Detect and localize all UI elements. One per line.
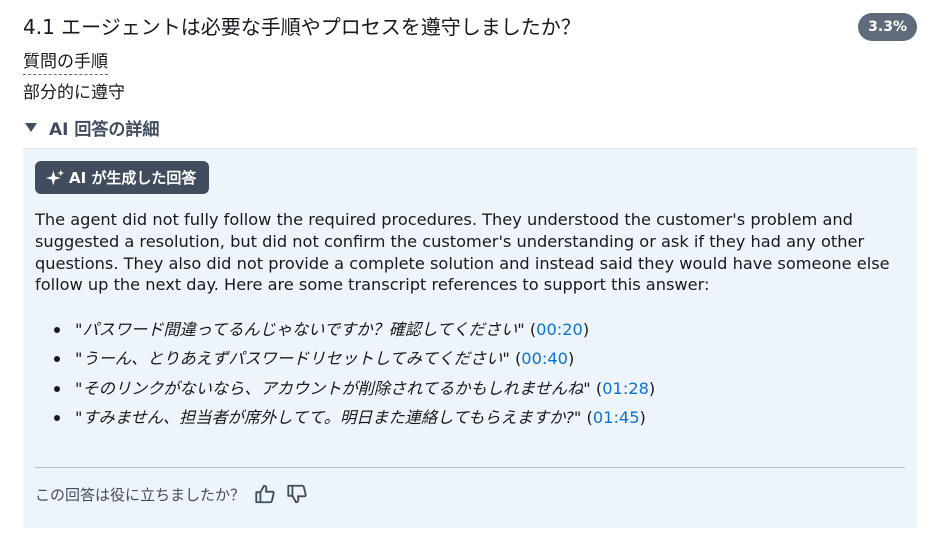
question-title: 4.1 エージェントは必要な手順やプロセスを遵守しましたか？ [23,15,581,39]
ai-generated-badge-label: AI が生成した回答 [69,169,197,187]
caret-down-icon [25,122,37,132]
thumbs-down-icon [287,484,307,504]
thumbs-up-button[interactable] [253,482,277,506]
question-type-label[interactable]: 質問の手順 [23,51,108,75]
reference-quote: "そのリンクがないなら、アカウントが削除されてるかもしれませんね" [75,378,591,398]
bullet-icon [54,356,60,363]
sparkle-icon [45,169,65,185]
thumbs-up-icon [255,484,275,504]
ai-details-panel: AI が生成した回答 The agent did not fully follo… [23,148,917,528]
thumbs-down-button[interactable] [285,482,309,506]
reference-quote: "パスワード間違ってるんじゃないですか？確認してください" [75,320,525,339]
reference-quote: "うーん、とりあえずパスワードリセットしてみてください" [75,349,510,369]
list-item: "パスワード間違ってるんじゃないですか？確認してください" (00:20) [35,315,905,344]
divider [35,467,905,468]
bullet-icon [54,385,60,392]
list-item: "うーん、とりあえずパスワードリセットしてみてください" (00:40) [35,344,905,373]
reference-paren-close: ) [639,407,646,427]
list-item: "そのリンクがないなら、アカウントが削除されてるかもしれませんね" (01:28… [35,374,905,403]
transcript-reference-list: "パスワード間違ってるんじゃないですか？確認してください" (00:20) "う… [35,315,905,432]
ai-summary-text: The agent did not fully follow the requi… [35,210,890,295]
timestamp-link[interactable]: 01:45 [593,408,640,427]
score-badge: 3.3% [858,13,917,41]
reference-quote: "すみません、担当者が席外してて。明日また連絡してもらえますか?" [75,407,582,427]
bullet-icon [54,327,60,333]
feedback-prompt: この回答は役に立ちましたか？ [35,485,246,504]
evaluation-question-card: 4.1 エージェントは必要な手順やプロセスを遵守しましたか？ 3.3% 質問の手… [0,0,940,560]
list-item: "すみません、担当者が席外してて。明日また連絡してもらえますか?" (01:45… [35,403,905,432]
bullet-icon [54,414,60,421]
timestamp-link[interactable]: 00:20 [536,320,583,339]
timestamp-link[interactable]: 00:40 [521,349,568,368]
ai-details-toggle[interactable]: AI 回答の詳細 [23,116,160,140]
ai-details-toggle-label: AI 回答の詳細 [49,119,160,140]
reference-paren-close: ) [567,349,575,369]
feedback-row: この回答は役に立ちましたか？ [35,481,309,507]
question-header: 4.1 エージェントは必要な手順やプロセスを遵守しましたか？ 3.3% [23,12,917,44]
reference-paren-close: ) [648,378,656,398]
answer-value: 部分的に遵守 [23,83,125,103]
reference-paren-close: ) [582,320,590,339]
ai-generated-badge: AI が生成した回答 [35,161,210,194]
timestamp-link[interactable]: 01:28 [602,379,649,398]
